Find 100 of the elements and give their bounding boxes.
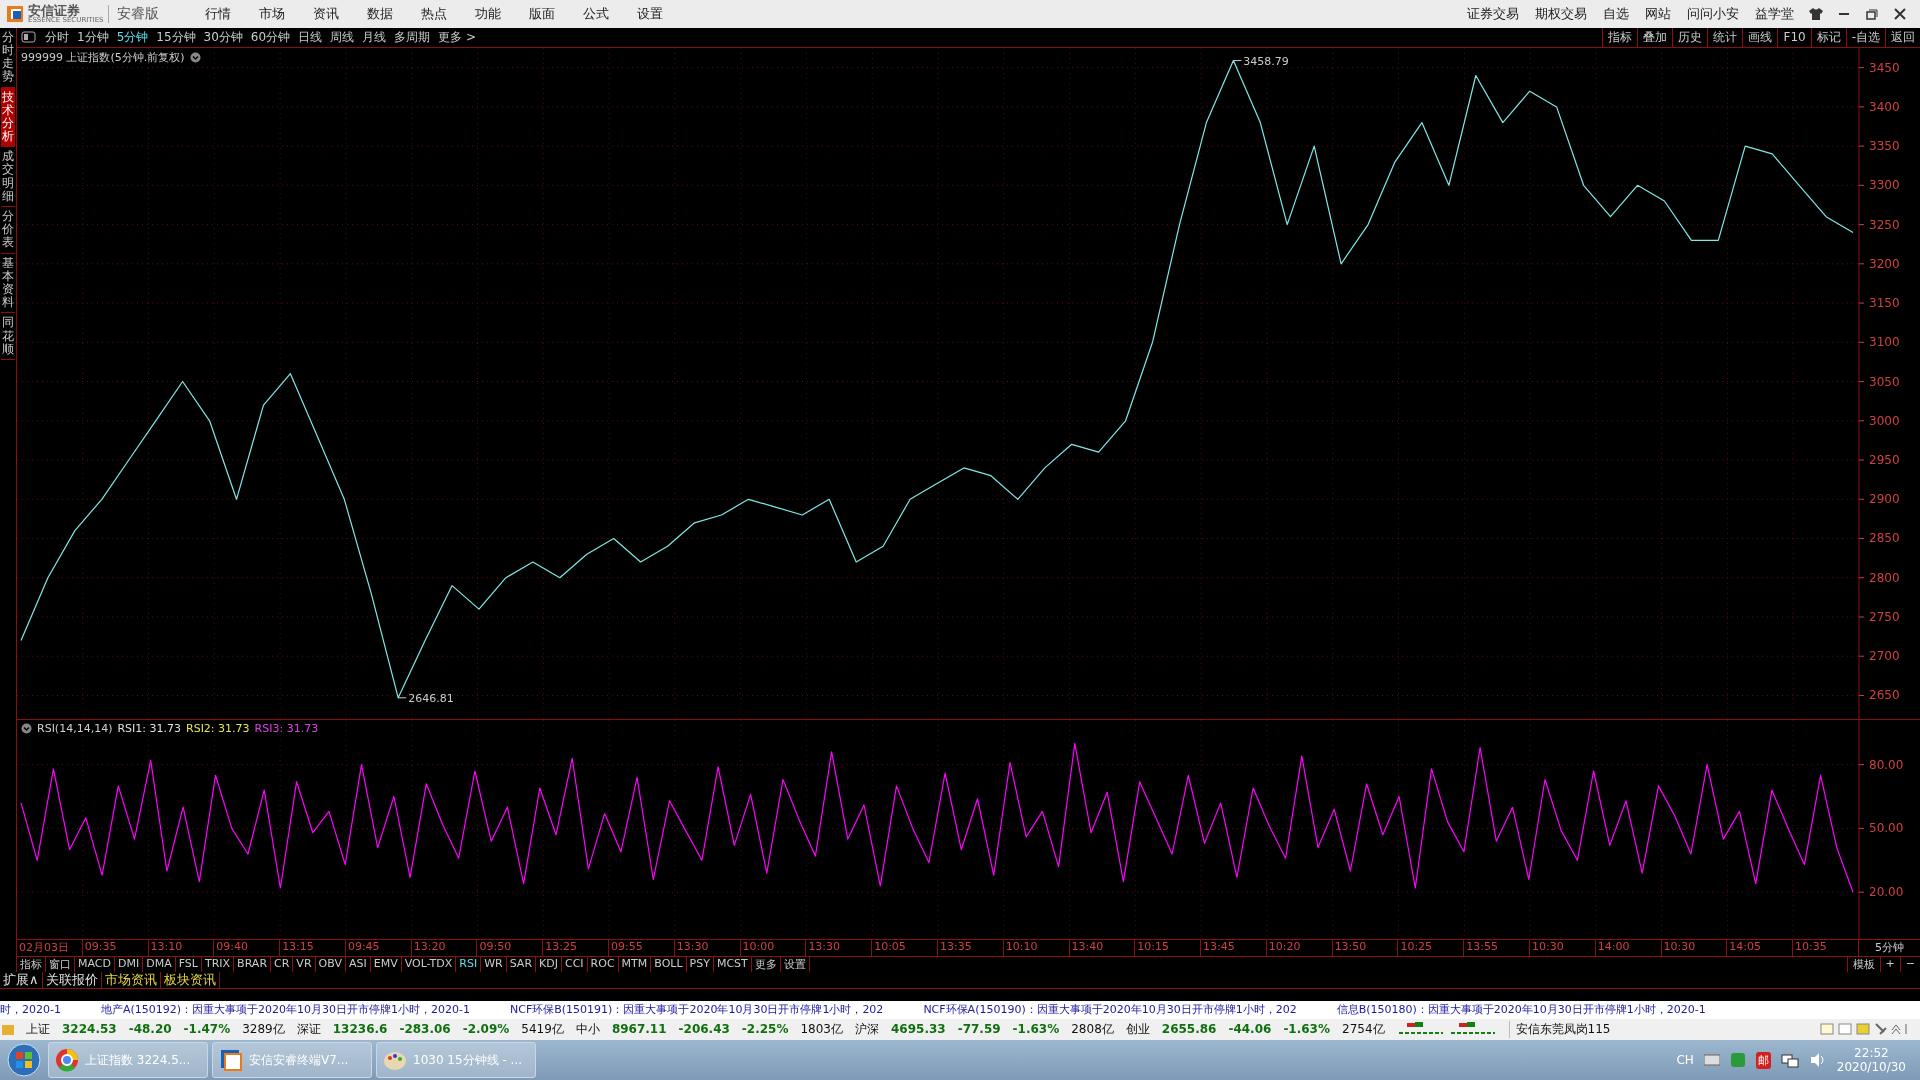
side-tab[interactable]: 技术分析 xyxy=(1,87,15,148)
header-link[interactable]: 网站 xyxy=(1639,4,1677,23)
extension-tab[interactable]: 关联报价 xyxy=(42,971,102,988)
header-link[interactable]: 自选 xyxy=(1597,4,1635,23)
indicator-tab[interactable]: ASI xyxy=(345,956,371,972)
browser-icon xyxy=(55,1048,79,1073)
indicator-tab[interactable]: 窗口 xyxy=(46,956,75,972)
time-axis-label: 09:40 xyxy=(214,940,281,956)
indicator-tab[interactable]: FSL xyxy=(175,956,202,972)
menu-item[interactable]: 数据 xyxy=(354,4,405,23)
indicator-tab[interactable]: PSY xyxy=(686,956,714,972)
period-tab[interactable]: 1分钟 xyxy=(73,29,113,46)
indicator-tab[interactable]: TRIX xyxy=(201,956,235,972)
indicator-tab[interactable]: VR xyxy=(293,956,316,972)
indicator-tab[interactable]: MACD xyxy=(75,956,115,972)
panel-toggle-icon[interactable] xyxy=(19,30,39,45)
period-tab[interactable]: 5分钟 xyxy=(112,29,153,46)
news-ticker-item[interactable]: 信息B(150180)：因重大事项于2020年10月30日开市停牌1小时，2020-1 xyxy=(1336,1002,1706,1018)
y-tick-label: 2650 xyxy=(1869,688,1900,703)
period-tab[interactable]: 分时 xyxy=(41,29,73,46)
period-tab[interactable]: 周线 xyxy=(326,29,359,46)
header-link[interactable]: 益学堂 xyxy=(1749,4,1800,23)
period-tab[interactable]: 30分钟 xyxy=(199,29,247,46)
time-axis-label: 13:20 xyxy=(411,940,478,956)
indicator-tab[interactable]: EMV xyxy=(370,956,402,972)
time-axis-label: 09:45 xyxy=(345,940,412,956)
side-tab[interactable]: 分价表 xyxy=(1,207,15,254)
indicator-tab[interactable]: DMA xyxy=(143,956,176,972)
menu-item[interactable]: 行情 xyxy=(192,4,243,23)
menu-item[interactable]: 功能 xyxy=(462,4,513,23)
toolbar-button[interactable]: 统计 xyxy=(1707,27,1743,48)
toolbar-button[interactable]: 叠加 xyxy=(1637,27,1673,48)
status-icons-drawing[interactable] xyxy=(1820,1022,1910,1037)
extension-tab[interactable]: 板块资讯 xyxy=(160,971,220,988)
indicator-tab[interactable]: DMI xyxy=(115,956,144,972)
header-link[interactable]: 问问小安 xyxy=(1681,4,1745,23)
news-ticker-item[interactable]: 地产A(150192)：因重大事项于2020年10月30日开市停牌1小时，2020-1 xyxy=(100,1002,471,1018)
menu-item[interactable]: 版面 xyxy=(516,4,567,23)
y-tick-label: 20.00 xyxy=(1869,885,1904,900)
indicator-tab[interactable]: WR xyxy=(481,956,507,972)
extension-tab[interactable]: 扩展∧ xyxy=(0,971,43,988)
side-tab[interactable]: 同花顺 xyxy=(1,313,15,360)
network-icon[interactable] xyxy=(1780,1052,1799,1069)
toolbar-button[interactable]: 指标 xyxy=(1602,27,1638,48)
indicator-control[interactable]: 模板 xyxy=(1846,956,1880,972)
indicator-tab[interactable]: BRAR xyxy=(234,956,272,972)
indicator-tab[interactable]: ROC xyxy=(587,956,619,972)
indicator-tab[interactable]: CR xyxy=(271,956,294,972)
side-tab[interactable]: 基本资料 xyxy=(1,253,15,314)
indicator-tab[interactable]: VOL-TDX xyxy=(401,956,457,972)
menu-item[interactable]: 设置 xyxy=(624,4,675,23)
menu-item[interactable]: 资讯 xyxy=(300,4,351,23)
period-tab[interactable]: 更多 > xyxy=(434,29,480,46)
header-link[interactable]: 期权交易 xyxy=(1529,4,1593,23)
dropdown-icon[interactable] xyxy=(21,723,32,735)
period-label: 5分钟 xyxy=(1874,940,1905,956)
keyboard-icon[interactable] xyxy=(1703,1054,1720,1067)
toolbar-button[interactable]: 画线 xyxy=(1742,27,1778,48)
toolbar-button[interactable]: F10 xyxy=(1777,27,1811,48)
period-tab[interactable]: 60分钟 xyxy=(246,29,295,46)
indicator-tab[interactable]: 设置 xyxy=(780,956,810,972)
axis-tick-label: 3400 xyxy=(1858,100,1900,115)
menu-item[interactable]: 公式 xyxy=(570,4,621,23)
indicator-tab[interactable]: SAR xyxy=(506,956,537,972)
ime-indicator[interactable]: 邮 xyxy=(1755,1051,1771,1069)
menu-item[interactable]: 热点 xyxy=(408,4,459,23)
indicator-control[interactable]: − xyxy=(1899,956,1920,972)
indicator-tab[interactable]: MTM xyxy=(618,956,652,972)
menu-item[interactable]: 市场 xyxy=(246,4,297,23)
indicator-tab[interactable]: KDJ xyxy=(536,956,562,972)
extension-tab[interactable]: 市场资讯 xyxy=(101,971,161,988)
period-tab[interactable]: 多周期 xyxy=(390,29,435,46)
side-tab[interactable]: 分时走势 xyxy=(1,27,15,88)
header-link[interactable]: 证券交易 xyxy=(1461,4,1525,23)
news-ticker-item[interactable]: NCF环保B(150191)：因重大事项于2020年10月30日开市停牌1小时，202 xyxy=(510,1002,884,1018)
index-change: -44.06 xyxy=(1228,1022,1272,1037)
period-tab[interactable]: 15分钟 xyxy=(152,29,200,46)
indicator-tab[interactable]: OBV xyxy=(315,956,346,972)
indicator-tab[interactable]: 更多 xyxy=(751,956,781,972)
time-axis-label: 13:45 xyxy=(1201,940,1267,956)
speaker-icon[interactable] xyxy=(1808,1052,1827,1069)
indicator-control[interactable]: + xyxy=(1879,956,1900,972)
indicator-tab[interactable]: MCST xyxy=(713,956,752,972)
period-tab[interactable]: 月线 xyxy=(358,29,391,46)
news-ticker-item[interactable]: NCF环保A(150190)：因重大事项于2020年10月30日开市停牌1小时，202 xyxy=(923,1002,1297,1018)
dropdown-icon[interactable] xyxy=(189,52,201,64)
indicator-tab[interactable]: 指标 xyxy=(17,956,46,972)
toolbar-button[interactable]: 返回 xyxy=(1885,27,1920,48)
indicator-tab[interactable]: BOLL xyxy=(651,956,687,972)
period-tab[interactable]: 日线 xyxy=(294,29,327,46)
indicator-tab[interactable]: RSI xyxy=(456,956,482,972)
app-logo-text: 安信证券 xyxy=(28,3,80,17)
start-button[interactable] xyxy=(4,1041,44,1080)
news-ticker-item[interactable]: 时，2020-1 xyxy=(0,1002,61,1018)
toolbar-button[interactable]: -自选 xyxy=(1845,27,1885,48)
toolbar-button[interactable]: 历史 xyxy=(1672,27,1708,48)
side-tab[interactable]: 成交明细 xyxy=(1,147,15,207)
indicator-tab[interactable]: CCI xyxy=(562,956,588,972)
toolbar-button[interactable]: 标记 xyxy=(1810,27,1846,48)
indicator-legend: RSI(14,14,14) xyxy=(37,722,113,736)
